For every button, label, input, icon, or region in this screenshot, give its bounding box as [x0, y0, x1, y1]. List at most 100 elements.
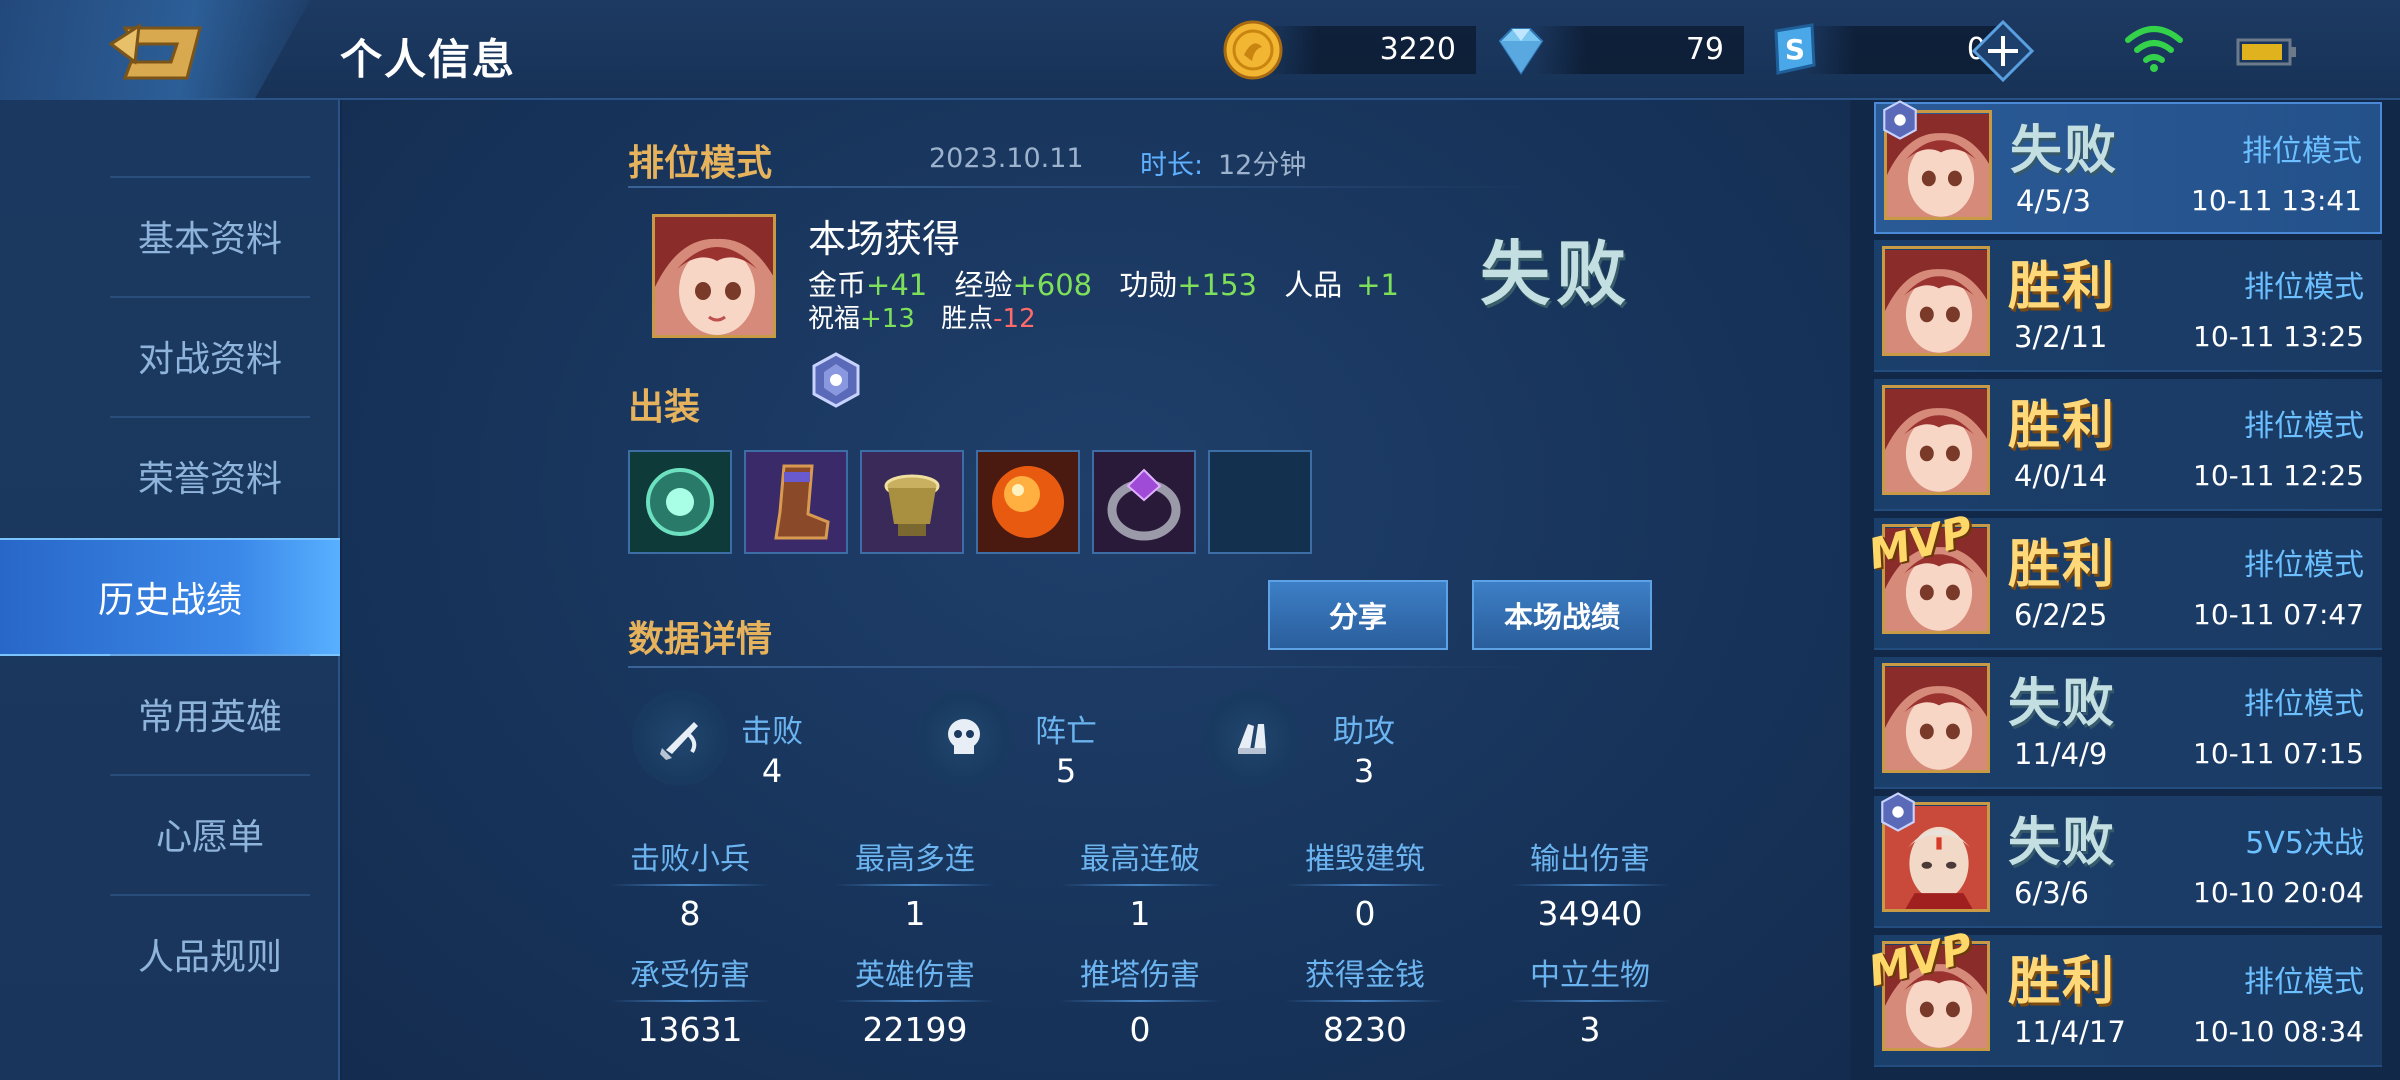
sidebar: 基本资料 对战资料 荣誉资料 历史战绩 常用英雄 心愿单 人品规则 [0, 100, 340, 1080]
history-result: 胜利 [2008, 535, 2117, 595]
equipment-slot-6-empty[interactable] [1208, 450, 1312, 554]
hero-portrait-icon [1885, 250, 1987, 353]
kills-label: 击败 [741, 714, 803, 750]
divider [628, 186, 1538, 188]
rank-badge-icon [812, 352, 860, 408]
earned-title: 本场获得 [808, 217, 961, 261]
green-orb-item-icon [630, 452, 730, 552]
stat-label-buildings: 摧毁建筑 [1265, 834, 1465, 886]
hero-avatar [652, 214, 776, 338]
stat-value-multikill: 1 [904, 894, 926, 933]
history-time: 10-11 07:47 [2193, 598, 2364, 631]
history-time: 10-11 13:25 [2193, 320, 2364, 353]
history-item[interactable]: 胜利 4/0/14 排位模式 10-11 12:25 [1874, 379, 2382, 511]
add-currency-button[interactable] [1972, 20, 2034, 82]
bless-reward-label: 祝福 [808, 304, 861, 334]
points-reward-value: -12 [993, 304, 1036, 334]
equipment-slot-2[interactable] [744, 450, 848, 554]
battery-icon [2236, 38, 2296, 66]
exp-reward-value: +608 [1012, 268, 1093, 302]
stat-label-hero-damage: 英雄伤害 [815, 950, 1015, 1002]
karma-reward-label: 人品 [1284, 268, 1343, 302]
history-kda: 3/2/11 [2014, 320, 2108, 354]
deaths-label: 阵亡 [1035, 714, 1097, 750]
gold-reward-label: 金币 [808, 268, 867, 302]
karma-reward-value: +1 [1356, 268, 1399, 302]
gold-coin-icon [1223, 20, 1283, 80]
history-item[interactable]: 失败 4/5/3 排位模式 10-11 13:41 [1874, 100, 2382, 234]
history-item[interactable]: 胜利 3/2/11 排位模式 10-11 13:25 [1874, 240, 2382, 372]
stat-label-minions: 击败小兵 [590, 834, 790, 886]
history-result: 胜利 [2008, 257, 2117, 317]
equipment-slot-1[interactable] [628, 450, 732, 554]
history-kda: 6/2/25 [2014, 598, 2108, 632]
equipment-title: 出装 [628, 387, 701, 428]
gold-amount: 3220 [1266, 26, 1476, 74]
match-detail-panel: 排位模式 2023.10.11 时长: 12分钟 本场获得 金币+41 经验+6… [342, 100, 1850, 1080]
stat-label-gold-earned: 获得金钱 [1265, 950, 1465, 1002]
sidebar-item-karma-rules[interactable]: 人品规则 [110, 894, 310, 1012]
history-item[interactable]: MVP 胜利 6/2/25 排位模式 10-11 07:47 [1864, 506, 2382, 650]
history-mode: 排位模式 [2242, 134, 2362, 169]
rank-badge-icon [1881, 792, 1915, 832]
points-reward-label: 胜点 [941, 304, 994, 334]
sidebar-item-basic-info[interactable]: 基本资料 [110, 176, 310, 294]
gold-currency: 3220 [1222, 20, 1476, 80]
purple-ring-item-icon [1094, 452, 1194, 552]
sidebar-item-favorite-heroes[interactable]: 常用英雄 [110, 654, 310, 772]
history-time: 10-11 12:25 [2193, 459, 2364, 492]
history-kda: 11/4/17 [2014, 1015, 2126, 1049]
top-bar: 个人信息 3220 79 S 0 [0, 0, 2400, 100]
back-arrow-icon [108, 23, 202, 80]
stat-label-tower-damage: 推塔伤害 [1040, 950, 1240, 1002]
stat-label-killstreak: 最高连破 [1040, 834, 1240, 886]
history-kda: 6/3/6 [2014, 876, 2089, 910]
sidebar-item-wishlist[interactable]: 心愿单 [110, 774, 310, 892]
voucher-currency: S 0 [1762, 20, 2006, 80]
sidebar-item-match-history[interactable]: 历史战绩 [0, 538, 340, 656]
equipment-slot-5[interactable] [1092, 450, 1196, 554]
history-mode: 排位模式 [2244, 965, 2364, 1000]
stat-value-damage-dealt: 34940 [1537, 894, 1643, 933]
stat-value-hero-damage: 22199 [862, 1010, 968, 1049]
death-icon-wrap [916, 690, 1012, 786]
exp-reward-label: 经验 [954, 268, 1013, 302]
share-button[interactable]: 分享 [1268, 580, 1448, 650]
history-kda: 4/5/3 [2016, 184, 2091, 218]
sidebar-item-battle-info[interactable]: 对战资料 [110, 296, 310, 414]
equipment-slot-3[interactable] [860, 450, 964, 554]
voucher-icon: S [1774, 23, 1816, 75]
match-result: 失败 [1480, 233, 1632, 315]
stat-value-minions: 8 [679, 894, 701, 933]
hero-avatar [1882, 385, 1990, 495]
hero-portrait-icon [655, 217, 773, 335]
history-mode: 排位模式 [2244, 548, 2364, 583]
history-kda: 4/0/14 [2014, 459, 2108, 493]
history-result: 失败 [2008, 674, 2117, 734]
back-button[interactable] [0, 0, 310, 100]
history-time: 10-11 07:15 [2193, 737, 2364, 770]
history-mode: 5V5决战 [2245, 826, 2364, 861]
history-time: 10-11 13:41 [2191, 184, 2362, 217]
history-mode: 排位模式 [2244, 409, 2364, 444]
assist-icon-wrap [1204, 690, 1300, 786]
match-report-button[interactable]: 本场战绩 [1472, 580, 1652, 650]
skull-icon [948, 719, 980, 754]
history-item[interactable]: 失败 11/4/9 排位模式 10-11 07:15 [1874, 657, 2382, 789]
history-time: 10-10 20:04 [2193, 876, 2364, 909]
history-item[interactable]: MVP 胜利 11/4/17 排位模式 10-10 08:34 [1864, 923, 2382, 1067]
history-kda: 11/4/9 [2014, 737, 2108, 771]
details-title: 数据详情 [628, 619, 773, 660]
merit-reward-value: +153 [1177, 268, 1257, 302]
history-mode: 排位模式 [2244, 270, 2364, 305]
history-result: 胜利 [2008, 952, 2117, 1012]
history-item[interactable]: 失败 6/3/6 5V5决战 10-10 20:04 [1874, 792, 2382, 928]
history-time: 10-10 08:34 [2193, 1015, 2364, 1048]
deaths-value: 5 [1055, 752, 1077, 790]
sidebar-item-honor-info[interactable]: 荣誉资料 [110, 416, 310, 534]
rank-badge-icon [1883, 100, 1917, 140]
equipment-slot-4[interactable] [976, 450, 1080, 554]
diamond-amount: 79 [1534, 26, 1744, 74]
history-result: 失败 [2010, 121, 2119, 181]
page-title: 个人信息 [340, 35, 517, 84]
